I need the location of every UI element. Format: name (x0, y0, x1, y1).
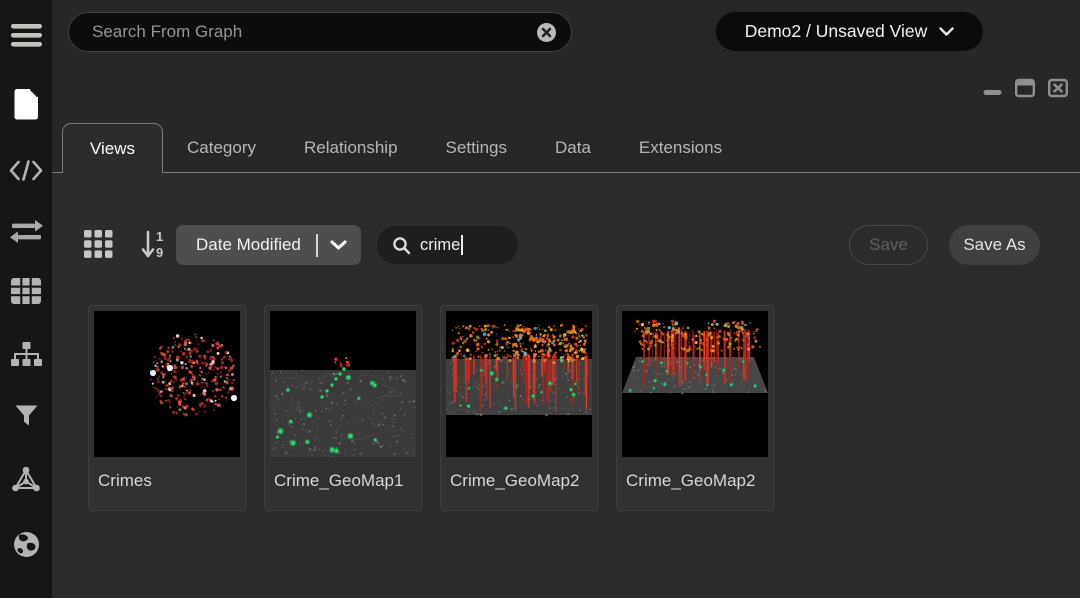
close-icon[interactable] (1048, 78, 1068, 98)
tab-settings[interactable]: Settings (422, 123, 531, 172)
svg-text:1: 1 (156, 229, 163, 244)
sort-by-dropdown[interactable]: Date Modified (176, 225, 361, 265)
filter-icon[interactable] (0, 395, 52, 435)
tab-category[interactable]: Category (163, 123, 280, 172)
chevron-down-icon (330, 240, 347, 250)
geo-map-plane-thumbnail (622, 311, 768, 457)
grid-layout-icon[interactable] (84, 230, 113, 258)
svg-text:9: 9 (156, 245, 163, 260)
sort-by-value: Date Modified (196, 235, 314, 255)
view-card-grid: Crimes Crime_GeoMap1 Crime_GeoMap2 Crime_Ge… (88, 305, 774, 511)
view-card[interactable]: Crimes (88, 305, 246, 511)
dropdown-divider (316, 234, 318, 257)
view-card-title: Crime_GeoMap1 (265, 457, 421, 491)
geo-map-flat-thumbnail (270, 311, 416, 457)
view-card-title: Crime_GeoMap2 (441, 457, 597, 491)
chevron-down-icon (939, 27, 954, 36)
code-icon[interactable] (0, 150, 52, 190)
network-icon[interactable] (0, 459, 52, 499)
views-panel: 1 9 Date Modified crime Save (52, 173, 1080, 598)
clear-search-icon[interactable] (536, 22, 557, 43)
tab-bar: ViewsCategoryRelationshipSettingsDataExt… (52, 123, 1080, 173)
node-sphere-thumbnail (94, 311, 240, 457)
view-card-title: Crime_GeoMap2 (617, 457, 773, 491)
magnifier-icon (392, 236, 411, 255)
maximize-icon[interactable] (1015, 78, 1035, 98)
app-window: Search From Graph Demo2 / Unsaved View (0, 0, 1080, 598)
file-icon[interactable] (0, 84, 52, 124)
menu-icon[interactable] (0, 15, 52, 55)
tab-relationship[interactable]: Relationship (280, 123, 422, 172)
view-selector-label: Demo2 / Unsaved View (745, 21, 928, 42)
views-search-value: crime (420, 236, 460, 255)
views-search-input[interactable]: crime (377, 226, 518, 264)
view-card-title: Crimes (89, 457, 245, 491)
sort-descending-icon[interactable]: 1 9 (141, 227, 168, 263)
sidebar (0, 0, 52, 598)
table-icon[interactable] (0, 271, 52, 311)
tab-views[interactable]: Views (62, 123, 163, 173)
minimize-icon[interactable] (983, 78, 1002, 98)
tab-extensions[interactable]: Extensions (615, 123, 746, 172)
tab-data[interactable]: Data (531, 123, 615, 172)
save-as-button[interactable]: Save As (949, 225, 1040, 265)
swap-arrows-icon[interactable] (0, 211, 52, 251)
geo-map-spikes-thumbnail (446, 311, 592, 457)
view-card[interactable]: Crime_GeoMap2 (616, 305, 774, 511)
view-card[interactable]: Crime_GeoMap2 (440, 305, 598, 511)
view-card[interactable]: Crime_GeoMap1 (264, 305, 422, 511)
text-caret (461, 235, 463, 255)
globe-icon[interactable] (0, 524, 52, 564)
sitemap-icon[interactable] (0, 334, 52, 374)
save-button[interactable]: Save (849, 225, 928, 265)
graph-search-placeholder: Search From Graph (92, 22, 536, 42)
graph-search-input[interactable]: Search From Graph (68, 12, 572, 52)
view-selector-dropdown[interactable]: Demo2 / Unsaved View (716, 12, 983, 51)
window-controls (983, 78, 1068, 98)
